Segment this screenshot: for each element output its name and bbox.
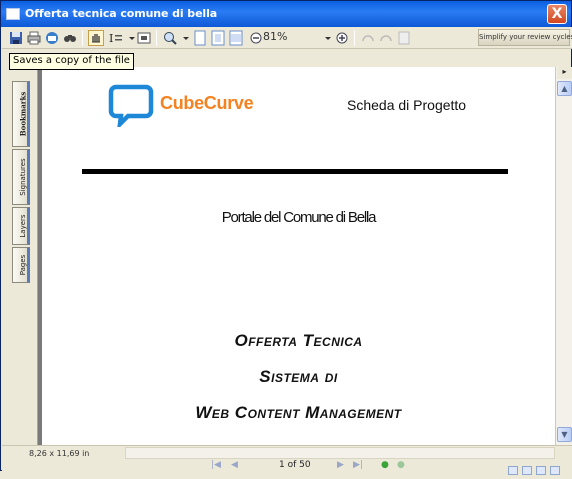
print-icon[interactable] [26,30,42,46]
page-indicator[interactable]: 1 of 50 [279,460,311,470]
chevron-down-icon[interactable] [178,30,189,46]
document-header: Scheda di Progetto [347,97,467,113]
zoom-out-icon[interactable] [248,30,264,46]
review-cycles-button[interactable]: Simplify your review cycles [478,29,572,46]
header-rule [82,169,508,174]
first-page-icon[interactable]: |◀ [211,460,221,470]
title-bar: Offerta tecnica comune di bella X [1,1,571,27]
rotate-icon[interactable] [360,30,376,46]
document-page: CubeCurve Scheda di Progetto Portale del… [42,67,555,445]
document-viewport[interactable]: CubeCurve Scheda di Progetto Portale del… [38,67,555,445]
document-heading-line2: Sistema di [259,367,338,386]
document-heading-line3: Web Content Management [195,403,402,422]
save-icon[interactable] [8,30,24,46]
tab-bookmarks[interactable]: Bookmarks [12,81,30,147]
email-icon[interactable] [44,30,60,46]
navigation-sidebar: Bookmarks Signatures Layers Pages [2,67,38,445]
tab-pages[interactable]: Pages [12,247,30,283]
app-window-icon [6,8,20,20]
status-bar: 8,26 x 11,69 in |◀ ◀ ▶ ▶| ● ● 1 of 50 [2,445,572,475]
go-forward-icon[interactable]: ● [397,460,405,470]
application-window: Offerta tecnica comune di bella X I 81% … [0,0,572,475]
chevron-down-icon[interactable] [320,30,331,46]
zoom-level-field[interactable]: 81% [263,29,307,46]
close-button[interactable]: X [547,4,567,24]
page-layout-buttons [504,460,566,475]
document-heading-line1: Offerta Tecnica [234,331,363,350]
tooltip: Saves a copy of the file [9,53,134,70]
toolbar: I 81% Simplify your review cycles [2,27,572,49]
snapshot-icon[interactable] [136,30,152,46]
page-size-label: 8,26 x 11,69 in [29,449,90,458]
previous-page-icon[interactable]: ◀ [231,460,238,470]
split-arrow-icon[interactable]: ▸ [557,67,572,79]
logo-text: CubeCurve [160,93,254,113]
select-text-icon[interactable]: I [108,30,124,46]
horizontal-scrollbar[interactable] [125,447,555,459]
window-title: Offerta tecnica comune di bella [25,7,218,20]
cubecurve-logo-icon [108,84,154,127]
go-back-icon[interactable]: ● [381,460,389,470]
zoom-in-icon[interactable] [162,30,178,46]
rotate-icon[interactable] [378,30,394,46]
next-page-icon[interactable]: ▶ [337,460,344,470]
scroll-up-arrow[interactable]: ▲ [557,81,572,96]
tab-label: Pages [19,254,27,276]
zoom-in-plus-icon[interactable] [334,30,350,46]
fit-page-icon[interactable] [210,30,226,46]
actual-size-icon[interactable] [192,30,208,46]
svg-text:I: I [109,32,113,45]
fit-width-icon[interactable] [228,30,244,46]
chevron-down-icon[interactable] [124,30,135,46]
read-icon[interactable] [396,30,412,46]
document-subtitle: Portale del Comune di Bella [221,209,377,226]
scroll-down-arrow[interactable]: ▼ [557,427,572,442]
tab-label: Bookmarks [18,91,28,137]
search-icon[interactable] [62,30,78,46]
hand-tool-icon[interactable] [88,30,104,46]
last-page-icon[interactable]: ▶| [353,460,363,470]
vertical-scrollbar[interactable]: ▸ ▲ ▼ [555,67,572,445]
